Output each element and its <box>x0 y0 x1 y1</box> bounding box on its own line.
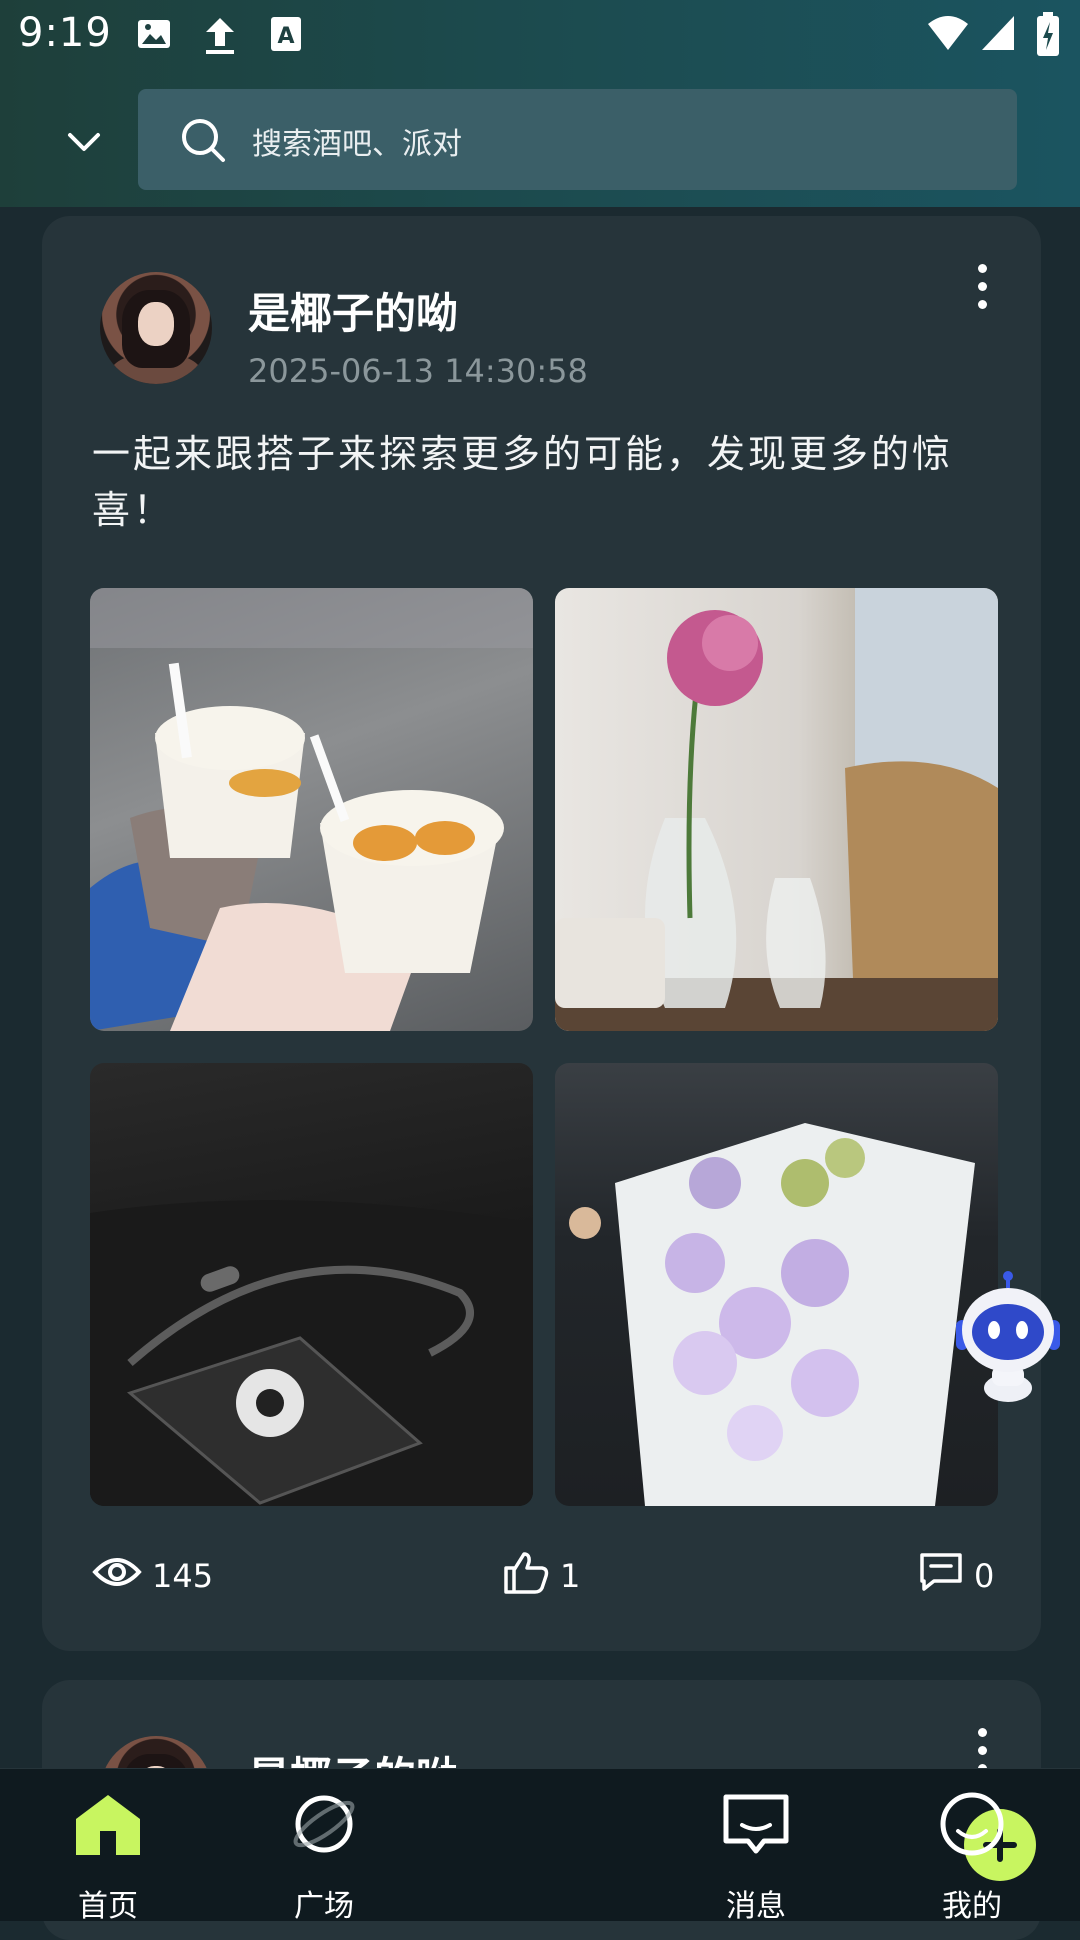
nav-messages-label: 消息 <box>726 1889 786 1924</box>
comment-button[interactable]: 0 <box>918 1546 994 1606</box>
likes-count: 1 <box>560 1557 581 1595</box>
comments-count: 0 <box>974 1557 995 1595</box>
avatar[interactable] <box>100 272 212 384</box>
photo-earphones[interactable] <box>90 1063 533 1506</box>
nav-square[interactable]: 广场 <box>244 1769 404 1924</box>
chevron-down-icon[interactable] <box>64 122 104 162</box>
search-row: 搜索酒吧、派对 <box>0 88 1080 192</box>
signal-icon <box>980 14 1016 56</box>
search-icon <box>180 117 226 167</box>
post-timestamp: 2025-06-13 14:30:58 <box>248 352 588 390</box>
nav-mine[interactable]: 我的 <box>892 1769 1052 1924</box>
nav-home-label: 首页 <box>78 1889 138 1924</box>
upload-icon <box>204 16 236 60</box>
nav-mine-label: 我的 <box>942 1889 1002 1924</box>
photo-bouquet[interactable] <box>555 1063 998 1506</box>
post-card[interactable]: 是椰子的呦 2025-06-13 14:30:58 一起来跟搭子来探索更多的可能… <box>42 216 1041 1651</box>
message-icon <box>720 1791 792 1861</box>
status-bar: 9:19 A <box>0 0 1080 72</box>
home-icon <box>72 1791 144 1861</box>
views-stat: 145 <box>92 1546 213 1606</box>
like-button[interactable]: 1 <box>502 1546 580 1606</box>
status-time: 9:19 <box>18 10 112 56</box>
nav-home[interactable]: 首页 <box>28 1769 188 1924</box>
text-a-icon: A <box>270 16 302 56</box>
thumbs-up-icon <box>502 1550 560 1602</box>
search-input[interactable]: 搜索酒吧、派对 <box>138 89 1017 190</box>
eye-icon <box>92 1554 152 1598</box>
svg-text:A: A <box>277 24 294 49</box>
post-stats: 145 1 0 <box>42 1546 1041 1606</box>
nav-add[interactable] <box>460 1769 1036 1921</box>
search-placeholder: 搜索酒吧、派对 <box>252 127 462 162</box>
profile-icon <box>936 1791 1008 1861</box>
photo-drinks[interactable] <box>90 588 533 1031</box>
author-name[interactable]: 是椰子的呦 <box>248 280 458 341</box>
nav-messages[interactable]: 消息 <box>676 1769 836 1924</box>
image-icon <box>136 16 172 56</box>
battery-charging-icon <box>1036 12 1060 60</box>
photo-flower-vase[interactable] <box>555 588 998 1031</box>
wifi-icon <box>926 14 970 56</box>
post-text: 一起来跟搭子来探索更多的可能，发现更多的惊喜！ <box>92 432 954 532</box>
bottom-nav: 首页 广场 消息 我的 <box>0 1768 1080 1924</box>
assistant-robot-icon[interactable] <box>952 1270 1064 1404</box>
top-header: 9:19 A 搜索酒吧、派对 <box>0 0 1080 207</box>
nav-square-label: 广场 <box>294 1889 354 1924</box>
comment-icon <box>918 1551 974 1601</box>
views-count: 145 <box>152 1557 214 1595</box>
more-options-icon[interactable] <box>972 264 992 320</box>
planet-icon <box>288 1791 360 1861</box>
